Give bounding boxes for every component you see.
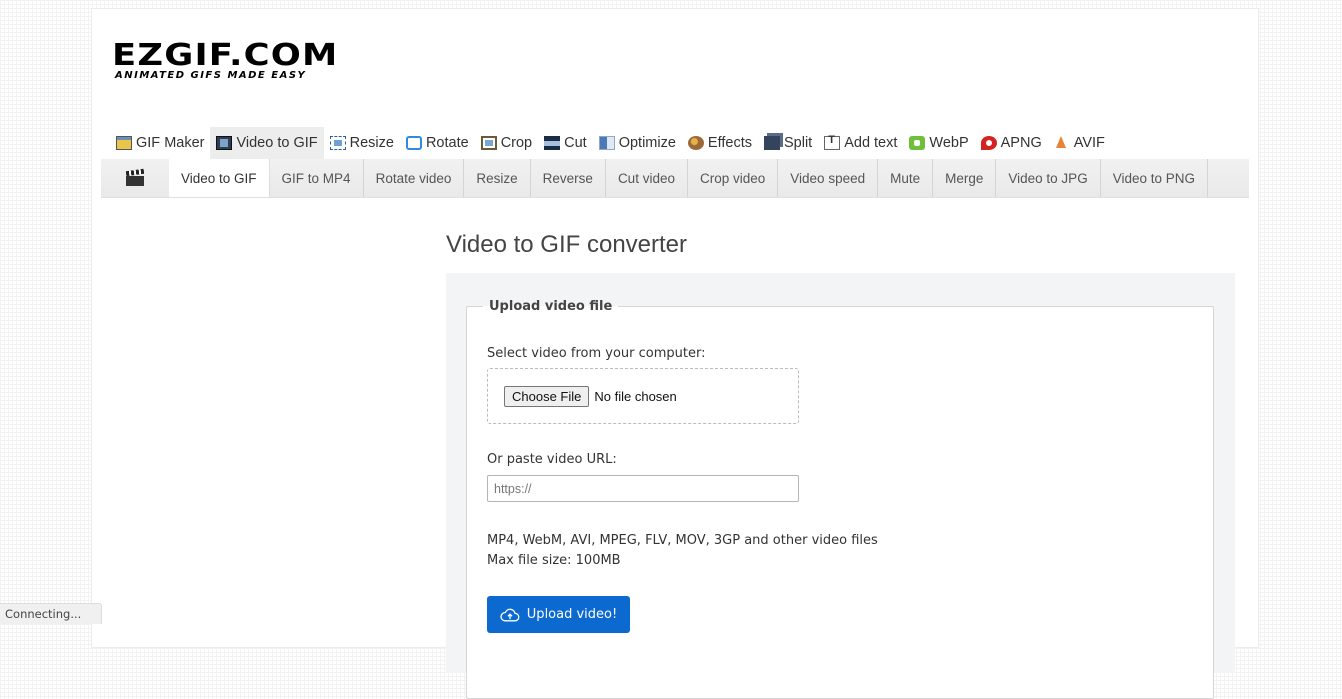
crop-icon — [480, 136, 497, 150]
nav-split[interactable]: Split — [758, 127, 818, 159]
cut-icon — [544, 136, 561, 150]
url-label: Or paste video URL: — [487, 452, 617, 467]
nav-video-to-gif[interactable]: Video to GIF — [210, 127, 324, 159]
nav-label: Cut — [564, 135, 587, 151]
nav-apng[interactable]: APNG — [975, 127, 1048, 159]
upload-button-label: Upload video! — [526, 607, 618, 622]
nav-optimize[interactable]: Optimize — [593, 127, 682, 159]
upload-legend: Upload video file — [489, 299, 613, 314]
upload-video-button[interactable]: Upload video! — [487, 596, 630, 633]
tab-rotate-video[interactable]: Rotate video — [364, 159, 465, 197]
choose-file-button[interactable]: Choose File — [504, 385, 590, 407]
nav-label: Optimize — [618, 135, 676, 151]
nav-label: AVIF — [1073, 135, 1105, 151]
select-file-label: Select video from your computer: — [487, 346, 706, 361]
nav-cut[interactable]: Cut — [538, 127, 593, 159]
tab-reverse[interactable]: Reverse — [531, 159, 606, 197]
tab-video-to-gif[interactable]: Video to GIF — [169, 159, 270, 197]
webp-icon — [909, 136, 926, 150]
nav-label: GIF Maker — [136, 135, 205, 151]
tab-resize[interactable]: Resize — [464, 159, 531, 197]
nav-label: Video to GIF — [236, 135, 318, 151]
max-file-size-text: Max file size: 100MB — [487, 553, 621, 568]
nav-effects[interactable]: Effects — [682, 127, 758, 159]
supported-formats-text: MP4, WebM, AVI, MPEG, FLV, MOV, 3GP and … — [487, 533, 878, 548]
nav-add-text[interactable]: Add text — [818, 127, 903, 159]
subnav-icon-cell — [101, 159, 169, 197]
tab-video-to-png[interactable]: Video to PNG — [1101, 159, 1209, 197]
upload-panel: Upload video file Select video from your… — [446, 273, 1235, 699]
nav-label: Crop — [500, 135, 533, 151]
resize-icon — [329, 136, 346, 150]
tab-video-to-jpg[interactable]: Video to JPG — [996, 159, 1101, 197]
nav-label: APNG — [1000, 135, 1042, 151]
tab-gif-to-mp4[interactable]: GIF to MP4 — [270, 159, 364, 197]
logo-tagline: ANIMATED GIFS MADE EASY — [115, 70, 307, 81]
nav-webp[interactable]: WebP — [903, 127, 974, 159]
nav-label: Resize — [349, 135, 394, 151]
nav-label: Effects — [707, 135, 752, 151]
status-bar: Connecting... — [0, 603, 102, 624]
nav-rotate[interactable]: Rotate — [400, 127, 475, 159]
nav-avif[interactable]: AVIF — [1048, 127, 1111, 159]
nav-label: Split — [783, 135, 813, 151]
page-container: EZGIF.COM ANIMATED GIFS MADE EASY GIF Ma… — [91, 8, 1259, 699]
optimize-icon — [598, 136, 615, 150]
avif-icon — [1054, 136, 1070, 150]
video-url-input[interactable] — [487, 475, 799, 502]
tab-merge[interactable]: Merge — [933, 159, 997, 197]
file-dropzone[interactable]: Choose File No file chosen — [487, 368, 799, 424]
cloud-upload-icon — [500, 608, 520, 621]
nav-label: Rotate — [425, 135, 469, 151]
palette-icon — [687, 136, 704, 150]
sub-nav: Video to GIF GIF to MP4 Rotate video Res… — [101, 159, 1249, 198]
tab-cut-video[interactable]: Cut video — [606, 159, 688, 197]
clapperboard-icon — [126, 170, 144, 186]
page-title: Video to GIF converter — [446, 231, 688, 258]
rotate-icon — [405, 136, 422, 150]
logo-wordmark: EZGIF.COM — [112, 38, 339, 73]
apng-icon — [980, 136, 997, 150]
nav-gif-maker[interactable]: GIF Maker — [110, 127, 210, 159]
tab-video-speed[interactable]: Video speed — [778, 159, 879, 197]
nav-label: Add text — [844, 135, 898, 151]
nav-label: WebP — [929, 135, 969, 151]
nav-resize[interactable]: Resize — [324, 127, 400, 159]
site-logo[interactable]: EZGIF.COM ANIMATED GIFS MADE EASY — [112, 41, 342, 85]
gif-maker-icon — [116, 136, 132, 150]
upload-fieldset: Upload video file Select video from your… — [466, 299, 1214, 699]
nav-crop[interactable]: Crop — [475, 127, 538, 159]
main-nav: GIF Maker Video to GIF Resize Rotate Cro… — [110, 127, 1111, 159]
tab-crop-video[interactable]: Crop video — [688, 159, 779, 197]
add-text-icon — [824, 134, 841, 150]
film-icon — [216, 136, 233, 150]
tab-mute[interactable]: Mute — [878, 159, 934, 197]
file-status-text: No file chosen — [594, 388, 677, 404]
split-icon — [763, 136, 780, 150]
